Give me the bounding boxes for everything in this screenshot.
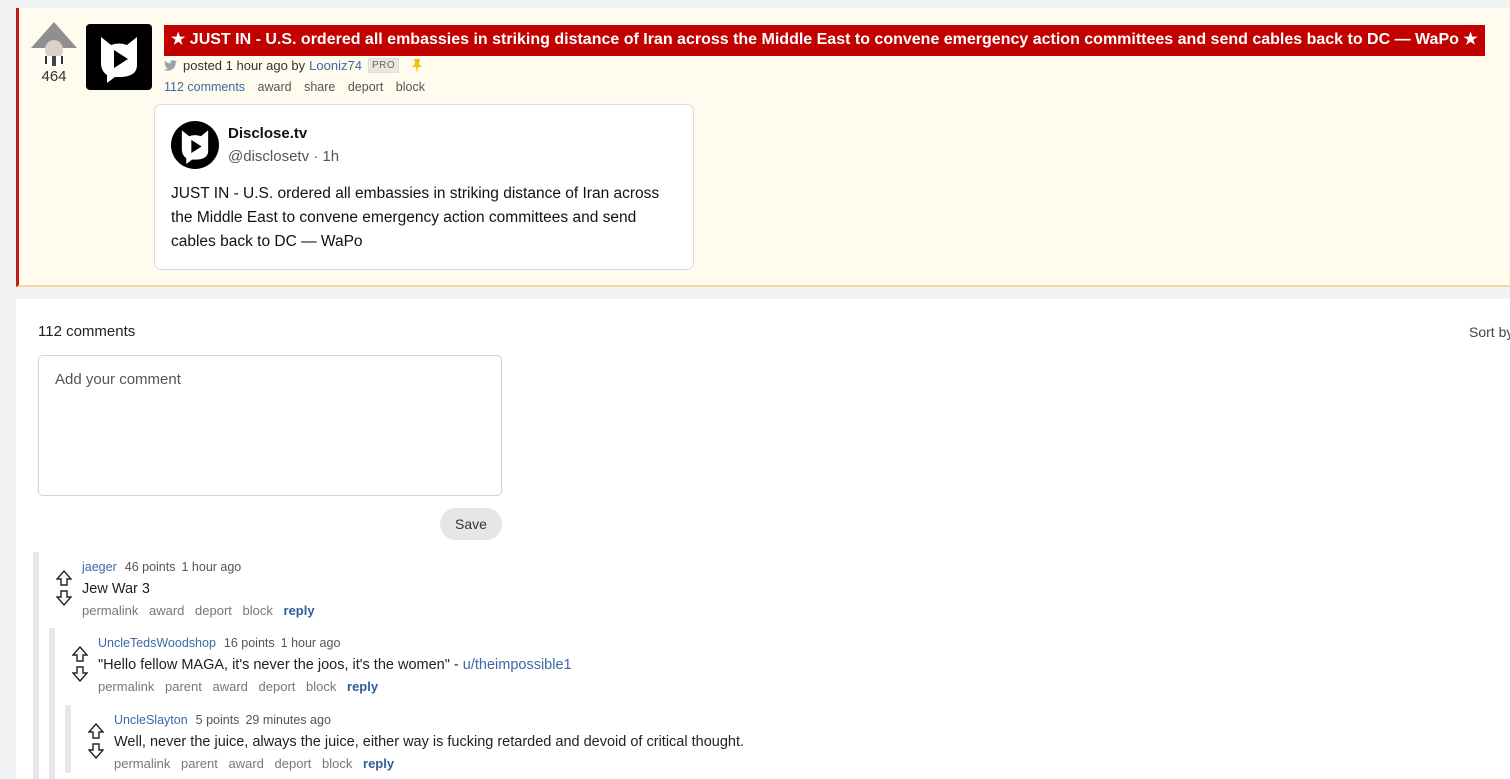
- permalink-link[interactable]: permalink: [114, 756, 170, 771]
- downvote-arrow-icon[interactable]: [56, 590, 72, 606]
- upvote-arrow-icon[interactable]: [88, 723, 104, 739]
- comment-body: "Hello fellow MAGA, it's never the joos,…: [98, 657, 572, 673]
- comment-author[interactable]: jaeger: [82, 560, 117, 574]
- deport-link[interactable]: deport: [275, 756, 312, 771]
- post-title[interactable]: ★ JUST IN - U.S. ordered all embassies i…: [164, 25, 1485, 56]
- post-score: 464: [41, 68, 67, 85]
- trump-upvote-icon[interactable]: [31, 22, 77, 66]
- award-link[interactable]: award: [149, 603, 184, 618]
- comment-header: UncleTedsWoodshop 16 points 1 hour ago: [98, 636, 340, 650]
- block-link[interactable]: block: [322, 756, 352, 771]
- sort-dropdown[interactable]: Sort by: [1469, 324, 1510, 340]
- deport-link[interactable]: deport: [259, 679, 296, 694]
- tweet-author-name: Disclose.tv: [228, 125, 308, 142]
- permalink-link[interactable]: permalink: [82, 603, 138, 618]
- downvote-arrow-icon[interactable]: [72, 666, 88, 682]
- comments-link[interactable]: 112 comments: [164, 80, 245, 94]
- disclose-logo-icon: [101, 37, 137, 83]
- block-link[interactable]: block: [306, 679, 336, 694]
- comment-time: 1 hour ago: [280, 636, 341, 650]
- comment-header: UncleSlayton 5 points 29 minutes ago: [114, 713, 331, 727]
- user-mention-link[interactable]: u/theimpossible1: [463, 657, 572, 673]
- upvote-arrow-icon[interactable]: [56, 570, 72, 586]
- post-author-link[interactable]: Looniz74: [309, 58, 362, 73]
- reply-link[interactable]: reply: [347, 679, 378, 694]
- comment-points: 5 points: [195, 713, 240, 727]
- post-card: 464 ★ JUST IN - U.S. ordered all embassi…: [16, 8, 1510, 287]
- comment-votes: [56, 570, 74, 610]
- permalink-link[interactable]: permalink: [98, 679, 154, 694]
- twitter-bird-icon: [164, 60, 177, 71]
- comment-author[interactable]: UncleTedsWoodshop: [98, 636, 216, 650]
- award-link[interactable]: award: [212, 679, 247, 694]
- comment-input[interactable]: Add your comment: [38, 355, 502, 496]
- disclose-logo-icon: [181, 130, 209, 164]
- comment-body: Jew War 3: [82, 581, 150, 597]
- thread-line[interactable]: [33, 552, 39, 779]
- deport-link[interactable]: deport: [348, 80, 383, 94]
- downvote-arrow-icon[interactable]: [88, 743, 104, 759]
- comment-time: 29 minutes ago: [245, 713, 331, 727]
- comment-placeholder: Add your comment: [55, 371, 181, 388]
- parent-link[interactable]: parent: [165, 679, 202, 694]
- comment-votes: [88, 723, 106, 763]
- comment-points: 46 points: [124, 560, 176, 574]
- deport-link[interactable]: deport: [195, 603, 232, 618]
- thread-line[interactable]: [49, 628, 55, 779]
- tweet-embed[interactable]: Disclose.tv @disclosetv · 1h JUST IN - U…: [154, 104, 694, 270]
- block-link[interactable]: block: [243, 603, 273, 618]
- comment-actions: permalink award deport block reply: [82, 603, 322, 618]
- comment-header: jaeger 46 points 1 hour ago: [82, 560, 241, 574]
- upvote-arrow-icon[interactable]: [72, 646, 88, 662]
- comments-count: 112 comments: [38, 323, 136, 340]
- comment-actions: permalink parent award deport block repl…: [98, 679, 385, 694]
- comment-author[interactable]: UncleSlayton: [114, 713, 188, 727]
- comment-time: 1 hour ago: [181, 560, 242, 574]
- award-link[interactable]: award: [258, 80, 292, 94]
- post-thumbnail[interactable]: [86, 24, 152, 90]
- post-actions: 112 comments award share deport block: [164, 80, 434, 94]
- comments-section: 112 comments Sort by Add your comment Sa…: [16, 299, 1510, 779]
- pro-badge: PRO: [367, 58, 400, 73]
- pin-icon: [412, 58, 423, 73]
- posted-text: posted 1 hour ago by: [183, 58, 306, 73]
- reply-link[interactable]: reply: [284, 603, 315, 618]
- tweet-avatar: [171, 121, 219, 169]
- comment-text: "Hello fellow MAGA, it's never the joos,…: [98, 657, 463, 673]
- share-link[interactable]: share: [304, 80, 335, 94]
- save-button[interactable]: Save: [440, 508, 502, 540]
- tweet-text: JUST IN - U.S. ordered all embassies in …: [171, 185, 660, 250]
- comment-body: Well, never the juice, always the juice,…: [114, 734, 745, 750]
- block-link[interactable]: block: [396, 80, 425, 94]
- comment-actions: permalink parent award deport block repl…: [114, 756, 401, 771]
- reply-link[interactable]: reply: [363, 756, 394, 771]
- parent-link[interactable]: parent: [181, 756, 218, 771]
- post-meta: posted 1 hour ago by Looniz74 PRO: [164, 58, 423, 73]
- thread-line[interactable]: [65, 705, 71, 773]
- comment-points: 16 points: [223, 636, 275, 650]
- award-link[interactable]: award: [228, 756, 263, 771]
- comment-votes: [72, 646, 90, 686]
- tweet-handle: @disclosetv · 1h: [228, 148, 340, 165]
- post-vote-column: 464: [29, 22, 79, 85]
